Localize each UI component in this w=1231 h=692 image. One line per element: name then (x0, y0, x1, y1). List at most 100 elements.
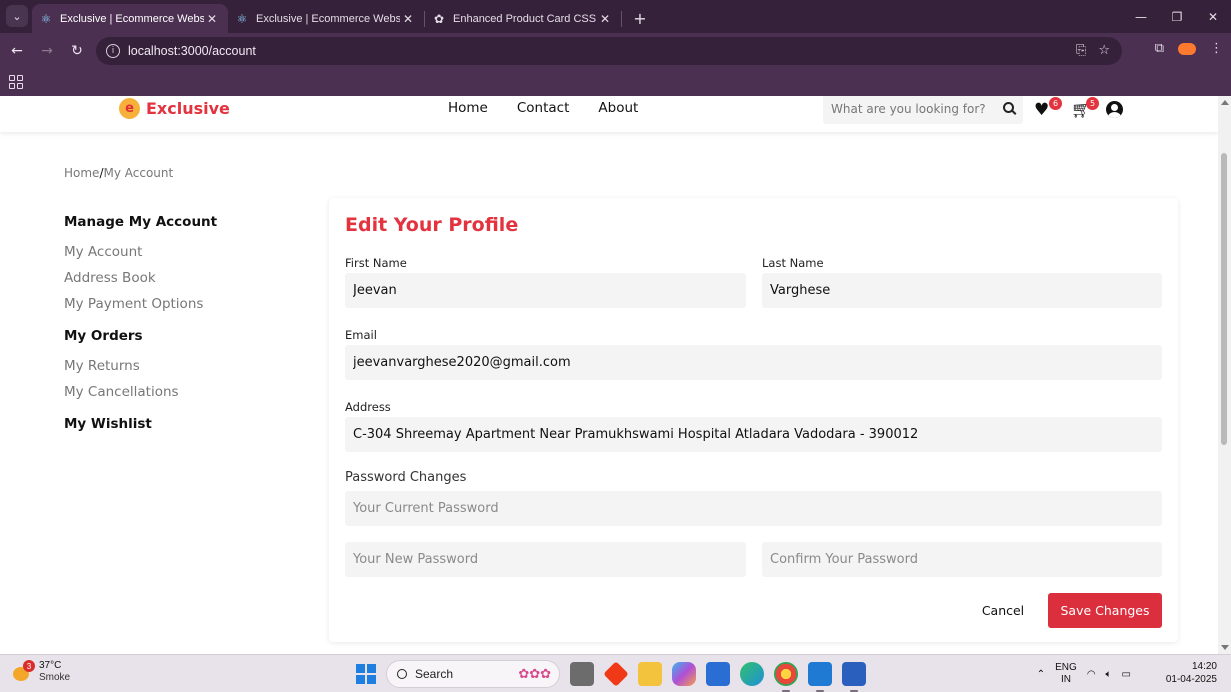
sidebar-item-returns[interactable]: My Returns (64, 358, 304, 374)
task-view-icon[interactable] (570, 662, 594, 686)
cancel-button[interactable]: Cancel (965, 593, 1041, 628)
site-logo[interactable]: e Exclusive (119, 98, 230, 119)
minimize-icon[interactable]: — (1123, 0, 1159, 33)
vscode-icon[interactable] (808, 662, 832, 692)
logo-text: Exclusive (146, 99, 230, 118)
nav-about-link[interactable]: About (598, 100, 638, 116)
word-icon[interactable] (842, 662, 866, 692)
sidebar-group-orders: My Orders My Returns My Cancellations (64, 328, 304, 400)
address-label: Address (345, 400, 391, 414)
back-icon[interactable]: ← (4, 38, 30, 64)
nav-home-link[interactable]: Home (448, 100, 488, 116)
new-password-field[interactable] (345, 542, 746, 577)
address-bar[interactable]: i localhost:3000/account ⎘ ☆ (96, 37, 1122, 65)
cart-button[interactable]: 🛒︎ 5 (1071, 97, 1099, 120)
browser-toolbar: ← → ↻ i localhost:3000/account ⎘ ☆ ⧉ ⋮ (0, 33, 1231, 69)
wifi-icon[interactable]: ◠ (1087, 669, 1096, 680)
tab-title: Exclusive | Ecommerce Website (60, 12, 204, 25)
search-icon[interactable] (1003, 102, 1014, 113)
menu-icon[interactable]: ⋮ (1210, 41, 1223, 56)
email-label: Email (345, 328, 377, 342)
tab-search-button[interactable]: ⌄ (6, 5, 28, 27)
wishlist-button[interactable]: ♥ 6 (1034, 97, 1062, 120)
install-app-icon[interactable]: ⎘ (1076, 43, 1086, 58)
language-indicator[interactable]: ENG IN (1055, 662, 1077, 686)
extensions-icon[interactable]: ⧉ (1155, 41, 1164, 56)
sidebar-item-cancellations[interactable]: My Cancellations (64, 384, 304, 400)
chevron-up-icon[interactable]: ⌃ (1037, 669, 1045, 680)
weather-condition-text: Smoke (39, 672, 71, 683)
tab-divider (621, 11, 622, 27)
sidebar-item-payment-options[interactable]: My Payment Options (64, 296, 304, 312)
save-changes-button[interactable]: Save Changes (1048, 593, 1162, 628)
sidebar-item-address-book[interactable]: Address Book (64, 270, 304, 286)
sidebar-heading[interactable]: Manage My Account (64, 214, 304, 230)
taskbar-search[interactable]: Search ✿✿✿ (386, 660, 560, 688)
microsoft-store-icon[interactable] (706, 662, 730, 686)
window-controls: — ❐ ✕ (1123, 0, 1231, 33)
copilot-icon[interactable] (672, 662, 696, 686)
file-explorer-icon[interactable] (638, 662, 662, 686)
close-icon[interactable]: ✕ (400, 12, 416, 26)
close-icon[interactable]: ✕ (204, 12, 220, 26)
sidebar-heading[interactable]: My Wishlist (64, 416, 304, 432)
chatgpt-favicon-icon: ✿ (433, 11, 445, 26)
sidebar-group-manage-account: Manage My Account My Account Address Boo… (64, 214, 304, 312)
search-input[interactable] (831, 102, 991, 116)
new-tab-button[interactable]: + (628, 6, 652, 30)
bookmarks-bar (0, 69, 1231, 96)
scroll-thumb[interactable] (1221, 153, 1227, 445)
weather-alert-badge: 3 (23, 660, 35, 672)
forward-icon[interactable]: → (34, 38, 60, 64)
site-header: e Exclusive Home Contact About ♥ 6 🛒︎ 5 (0, 96, 1218, 132)
nav-contact-link[interactable]: Contact (517, 100, 570, 116)
address-field[interactable] (345, 417, 1162, 452)
apps-grid-icon[interactable] (9, 75, 23, 89)
clock-date: 01-04-2025 (1165, 674, 1217, 685)
git-app-icon[interactable] (603, 661, 629, 687)
site-info-icon[interactable]: i (106, 44, 120, 58)
close-icon[interactable]: ✕ (597, 12, 613, 26)
sidebar-heading[interactable]: My Orders (64, 328, 304, 344)
taskbar-clock[interactable]: 14:20 01-04-2025 (1166, 660, 1217, 686)
search-icon (397, 669, 407, 679)
volume-icon[interactable]: 🔈︎ (1106, 669, 1112, 680)
react-favicon-icon: ⚛ (40, 11, 52, 26)
confirm-password-field[interactable] (762, 542, 1162, 577)
weather-widget[interactable]: 3 37°C Smoke (13, 660, 70, 684)
bookmark-star-icon[interactable]: ☆ (1098, 43, 1110, 58)
last-name-field[interactable] (762, 273, 1162, 308)
clock-time: 14:20 (1191, 661, 1217, 672)
taskbar-search-label: Search (415, 667, 454, 681)
breadcrumb-home[interactable]: Home (64, 166, 99, 180)
browser-tab-3[interactable]: ✿ Enhanced Product Card CSS - C ✕ (425, 4, 621, 33)
windows-start-icon[interactable] (356, 664, 376, 684)
restore-icon[interactable]: ❐ (1159, 0, 1195, 33)
email-field[interactable] (345, 345, 1162, 380)
window-close-icon[interactable]: ✕ (1195, 0, 1231, 33)
scroll-down-icon[interactable] (1221, 645, 1229, 650)
browser-tab-strip: ⌄ ⚛ Exclusive | Ecommerce Website ✕ ⚛ Ex… (0, 0, 1231, 33)
battery-icon[interactable]: ▭ (1122, 669, 1131, 680)
current-password-field[interactable] (345, 491, 1162, 526)
edge-browser-icon[interactable] (740, 662, 764, 686)
tab-title: Enhanced Product Card CSS - C (453, 12, 597, 25)
chrome-browser-icon[interactable] (774, 662, 798, 692)
logo-icon: e (119, 98, 140, 119)
cart-count-badge: 5 (1086, 97, 1099, 110)
last-name-label: Last Name (762, 256, 824, 270)
tulips-icon: ✿✿✿ (518, 666, 551, 681)
browser-tab-2[interactable]: ⚛ Exclusive | Ecommerce Website ✕ (228, 4, 424, 33)
first-name-label: First Name (345, 256, 407, 270)
first-name-field[interactable] (345, 273, 746, 308)
scroll-up-icon[interactable] (1221, 100, 1229, 105)
sidebar-item-my-account[interactable]: My Account (64, 244, 304, 260)
profile-avatar[interactable] (1178, 42, 1196, 55)
browser-tab-1[interactable]: ⚛ Exclusive | Ecommerce Website ✕ (32, 4, 228, 33)
edit-profile-panel: Edit Your Profile First Name Last Name E… (329, 198, 1178, 642)
reload-icon[interactable]: ↻ (64, 38, 90, 64)
sidebar-group-wishlist: My Wishlist (64, 416, 304, 432)
user-account-icon[interactable] (1106, 101, 1123, 118)
page-scrollbar[interactable] (1218, 96, 1231, 654)
main-nav: Home Contact About (448, 100, 638, 116)
